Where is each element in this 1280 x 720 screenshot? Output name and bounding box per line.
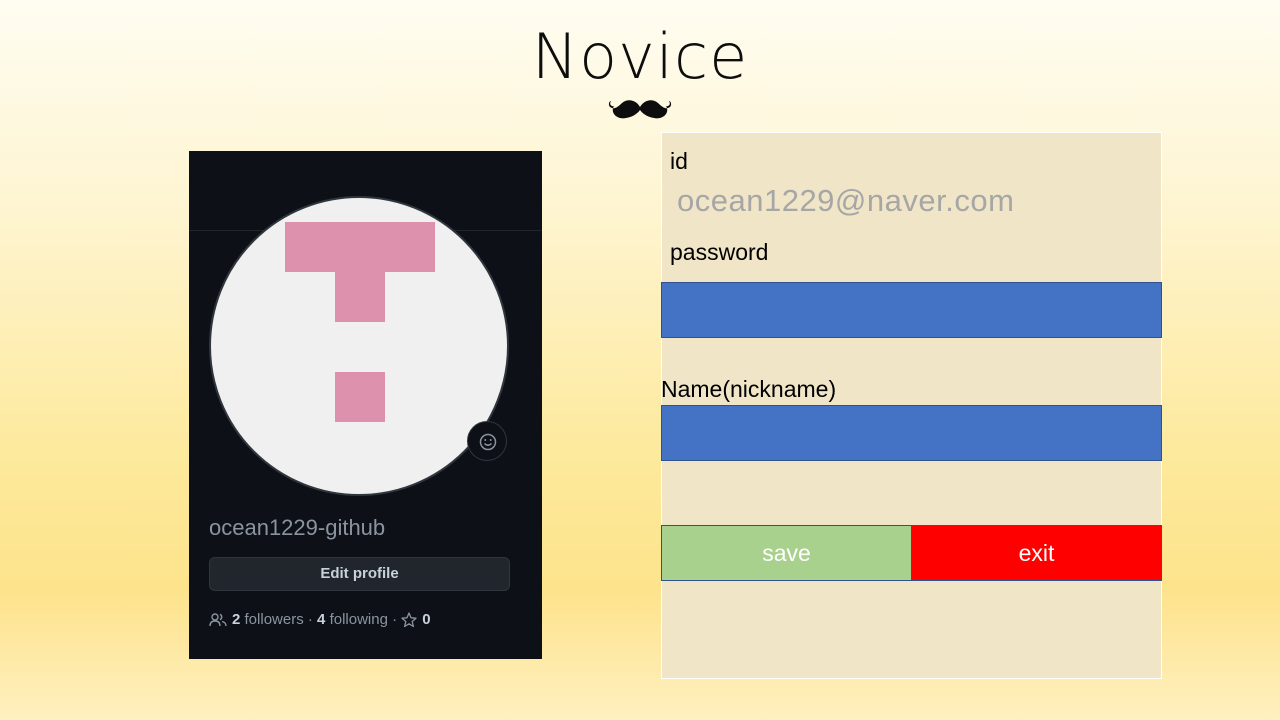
exit-button[interactable]: exit [911, 525, 1162, 581]
name-label: Name(nickname) [661, 376, 837, 402]
set-status-button[interactable] [467, 421, 507, 461]
avatar-pattern-block [335, 272, 385, 322]
people-icon [209, 612, 227, 626]
edit-profile-button[interactable]: Edit profile [209, 557, 510, 591]
mustache-icon [608, 100, 672, 119]
stars-count: 0 [422, 611, 431, 628]
password-field[interactable] [661, 282, 1162, 338]
followers-count: 2 [232, 611, 241, 628]
password-label: password [670, 239, 769, 265]
avatar-pattern-block [285, 222, 435, 272]
following-link[interactable]: 4 following [317, 611, 388, 628]
profile-username: ocean1229-github [209, 515, 386, 540]
avatar-pattern-block [335, 372, 385, 422]
page-title: Novice [531, 20, 749, 93]
github-profile-card: ocean1229-github Edit profile 2 follower… [189, 151, 542, 659]
stats-separator: · [392, 611, 398, 628]
followers-link[interactable]: 2 followers [232, 611, 304, 628]
stats-separator: · [307, 611, 313, 628]
profile-stats: 2 followers · 4 following · 0 [209, 611, 431, 628]
stars-link[interactable]: 0 [401, 611, 431, 628]
following-count: 4 [317, 611, 326, 628]
id-field[interactable]: ocean1229@naver.com [677, 183, 1014, 219]
name-field[interactable] [661, 405, 1162, 461]
star-icon [401, 611, 417, 627]
account-form-panel: id ocean1229@naver.com password Name(nic… [661, 132, 1162, 679]
id-label: id [670, 148, 688, 174]
followers-label: followers [244, 611, 304, 628]
avatar [209, 196, 509, 496]
save-button[interactable]: save [661, 525, 912, 581]
smiley-icon [479, 433, 497, 451]
following-label: following [329, 611, 388, 628]
